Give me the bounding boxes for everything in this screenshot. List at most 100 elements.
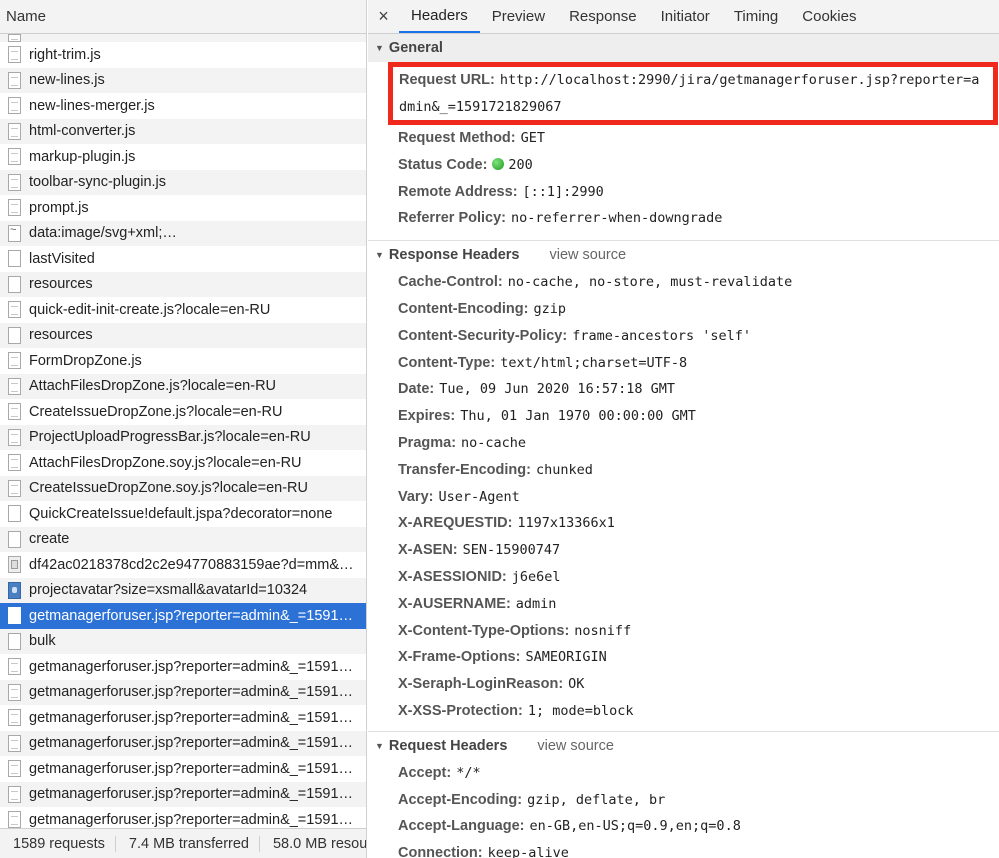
header-value[interactable]: 200 — [508, 157, 532, 173]
request-header-rows: Accept: */* Accept-Encoding: gzip, deflate,… — [368, 760, 999, 858]
header-value[interactable]: 1197x13366x1 — [517, 515, 615, 531]
request-row[interactable]: getmanagerforuser.jsp?reporter=admin&_=1… — [0, 756, 366, 782]
request-list[interactable]: right-trim.js new-lines.js new-lines-merge… — [0, 34, 366, 828]
response-header-rows: Cache-Control: no-cache, no-store, must-r… — [368, 269, 999, 725]
document-file-icon — [8, 785, 21, 803]
request-row-selected[interactable]: getmanagerforuser.jsp?reporter=admin&_=1… — [0, 603, 366, 629]
tab-headers[interactable]: Headers — [399, 0, 480, 33]
header-key: Status Code: — [398, 156, 488, 173]
request-name: QuickCreateIssue!default.jspa?decorator=… — [29, 505, 333, 522]
name-column-label: Name — [6, 8, 47, 25]
request-row[interactable]: CreateIssueDropZone.js?locale=en-RU — [0, 399, 366, 425]
request-row[interactable]: getmanagerforuser.jsp?reporter=admin&_=1… — [0, 807, 366, 828]
document-file-icon — [8, 632, 21, 650]
header-value[interactable]: no-cache — [461, 435, 526, 451]
document-file-icon — [8, 377, 21, 395]
request-row[interactable]: new-lines.js — [0, 67, 366, 93]
header-value[interactable]: no-referrer-when-downgrade — [511, 210, 722, 226]
header-value[interactable]: admin — [516, 596, 557, 612]
tab-timing[interactable]: Timing — [722, 0, 790, 33]
document-file-icon — [8, 250, 21, 268]
request-row[interactable]: resources — [0, 271, 366, 297]
header-value[interactable]: gzip — [533, 301, 566, 317]
response-view-source-link[interactable]: view source — [549, 247, 626, 263]
request-row[interactable]: markup-plugin.js — [0, 144, 366, 170]
header-row: X-AUSERNAME: admin — [368, 591, 999, 618]
request-row[interactable]: AttachFilesDropZone.soy.js?locale=en-RU — [0, 450, 366, 476]
tab-response[interactable]: Response — [557, 0, 649, 33]
header-value[interactable]: Tue, 09 Jun 2020 16:57:18 GMT — [439, 381, 675, 397]
document-file-icon — [8, 505, 21, 523]
header-value[interactable]: */* — [456, 765, 480, 781]
request-row[interactable]: html-converter.js — [0, 118, 366, 144]
header-value[interactable]: text/html;charset=UTF-8 — [500, 355, 687, 371]
request-name: getmanagerforuser.jsp?reporter=admin&_=1… — [29, 735, 354, 752]
request-name: prompt.js — [29, 199, 89, 216]
header-value[interactable]: SAMEORIGIN — [525, 649, 606, 665]
header-row: X-Content-Type-Options: nosniff — [368, 618, 999, 645]
header-value[interactable]: [::1]:2990 — [523, 184, 604, 200]
request-row[interactable]: getmanagerforuser.jsp?reporter=admin&_=1… — [0, 705, 366, 731]
request-row[interactable]: bulk — [0, 628, 366, 654]
request-row[interactable]: df42ac0218378cd2c2e94770883159ae?d=mm&… — [0, 552, 366, 578]
name-column-header[interactable]: Name — [0, 0, 366, 34]
request-row[interactable]: quick-edit-init-create.js?locale=en-RU — [0, 297, 366, 323]
request-row[interactable]: CreateIssueDropZone.soy.js?locale=en-RU — [0, 475, 366, 501]
triangle-down-icon: ▼ — [375, 740, 384, 751]
header-key: Referrer Policy: — [398, 210, 506, 227]
header-row: X-AREQUESTID: 1197x13366x1 — [368, 510, 999, 537]
general-section-header[interactable]: ▼ General — [368, 34, 999, 62]
request-row[interactable]: projectavatar?size=xsmall&avatarId=10324 — [0, 577, 366, 603]
triangle-down-icon: ▼ — [375, 250, 384, 261]
response-headers-header[interactable]: ▼ Response Headers view source — [368, 241, 999, 269]
request-name: AttachFilesDropZone.soy.js?locale=en-RU — [29, 454, 302, 471]
request-row[interactable]: getmanagerforuser.jsp?reporter=admin&_=1… — [0, 654, 366, 680]
header-value[interactable]: GET — [521, 130, 545, 146]
request-row[interactable]: lastVisited — [0, 246, 366, 272]
header-value[interactable]: chunked — [536, 462, 593, 478]
status-bar: 1589 requests 7.4 MB transferred 58.0 MB… — [0, 828, 366, 858]
request-row[interactable]: toolbar-sync-plugin.js — [0, 169, 366, 195]
tab-initiator[interactable]: Initiator — [649, 0, 722, 33]
header-row: Content-Encoding: gzip — [368, 296, 999, 323]
request-row[interactable]: AttachFilesDropZone.js?locale=en-RU — [0, 373, 366, 399]
header-value[interactable]: nosniff — [574, 623, 631, 639]
request-view-source-link[interactable]: view source — [537, 738, 614, 754]
header-value[interactable]: no-cache, no-store, must-revalidate — [508, 274, 792, 290]
request-name: quick-edit-init-create.js?locale=en-RU — [29, 301, 271, 318]
request-row[interactable]: data:image/svg+xml;… — [0, 220, 366, 246]
document-file-icon — [8, 607, 21, 625]
request-row[interactable]: QuickCreateIssue!default.jspa?decorator=… — [0, 501, 366, 527]
request-row[interactable]: ProjectUploadProgressBar.js?locale=en-RU — [0, 424, 366, 450]
request-row[interactable]: FormDropZone.js — [0, 348, 366, 374]
document-file-icon — [8, 811, 21, 828]
request-row[interactable]: prompt.js — [0, 195, 366, 221]
header-value[interactable]: 1; mode=block — [528, 703, 634, 719]
header-value[interactable]: Thu, 01 Jan 1970 00:00:00 GMT — [460, 408, 696, 424]
request-row[interactable] — [0, 34, 366, 42]
svg-file-icon — [8, 224, 21, 242]
header-row: Connection: keep-alive — [368, 840, 999, 858]
header-value[interactable]: en-GB,en-US;q=0.9,en;q=0.8 — [530, 818, 741, 834]
close-icon[interactable]: × — [368, 0, 399, 33]
document-file-icon — [8, 479, 21, 497]
header-value[interactable]: User-Agent — [438, 489, 519, 505]
request-headers-header[interactable]: ▼ Request Headers view source — [368, 732, 999, 760]
header-value[interactable]: gzip, deflate, br — [527, 792, 665, 808]
header-value[interactable]: keep-alive — [488, 845, 569, 858]
tab-preview[interactable]: Preview — [480, 0, 557, 33]
header-key: Cache-Control: — [398, 274, 503, 291]
request-row[interactable]: new-lines-merger.js — [0, 93, 366, 119]
request-row[interactable]: create — [0, 526, 366, 552]
request-row[interactable]: getmanagerforuser.jsp?reporter=admin&_=1… — [0, 679, 366, 705]
request-row[interactable]: getmanagerforuser.jsp?reporter=admin&_=1… — [0, 781, 366, 807]
header-value[interactable]: frame-ancestors 'self' — [572, 328, 751, 344]
tab-cookies[interactable]: Cookies — [790, 0, 868, 33]
header-value[interactable]: OK — [568, 676, 584, 692]
request-row[interactable]: right-trim.js — [0, 42, 366, 68]
header-key: X-Seraph-LoginReason: — [398, 676, 564, 693]
header-value[interactable]: SEN-15900747 — [463, 542, 561, 558]
request-row[interactable]: resources — [0, 322, 366, 348]
header-value[interactable]: j6e6el — [512, 569, 561, 585]
request-row[interactable]: getmanagerforuser.jsp?reporter=admin&_=1… — [0, 730, 366, 756]
